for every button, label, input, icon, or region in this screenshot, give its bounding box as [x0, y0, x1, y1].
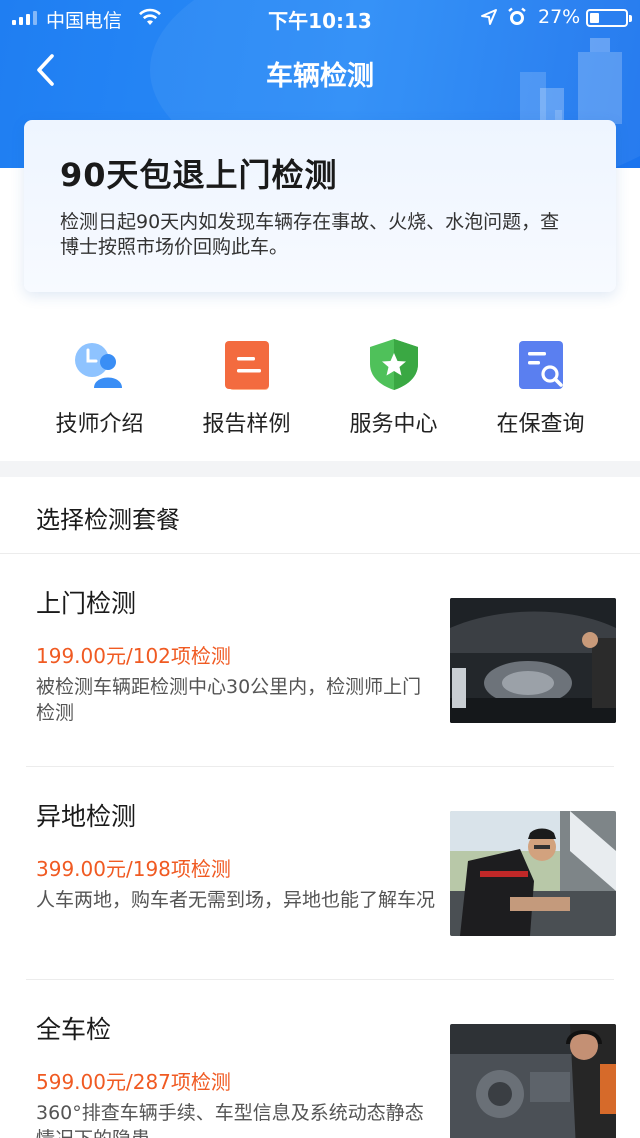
package-name: 上门检测	[36, 589, 137, 618]
status-bar: 中国电信 下午10:13 27%	[0, 0, 640, 36]
package-price: 599.00元/287项检测	[36, 1070, 231, 1094]
guarantee-card: 90天包退上门检测 检测日起90天内如发现车辆存在事故、火烧、水泡问题，查博士按…	[24, 120, 616, 292]
section-divider	[0, 461, 640, 477]
guarantee-description: 检测日起90天内如发现车辆存在事故、火烧、水泡问题，查博士按照市场价回购此车。	[60, 211, 560, 258]
package-price: 199.00元/102项检测	[36, 644, 231, 668]
quick-link-warranty-query[interactable]: 在保查询	[467, 336, 614, 437]
section-title: 选择检测套餐	[36, 506, 180, 534]
quick-link-report[interactable]: 报告样例	[173, 336, 320, 437]
package-item[interactable]: 上门检测 199.00元/102项检测 被检测车辆距检测中心30公里内，检测师上…	[0, 554, 640, 767]
package-photo	[450, 598, 616, 723]
report-icon	[224, 341, 269, 390]
alarm-icon	[508, 7, 526, 25]
shield-star-icon	[369, 339, 418, 390]
package-description: 被检测车辆距检测中心30公里内，检测师上门检测	[36, 676, 422, 724]
battery-fill	[590, 13, 599, 23]
quick-link-label: 服务中心	[349, 412, 438, 437]
battery-percent: 27%	[538, 6, 581, 28]
page-title: 车辆检测	[266, 61, 374, 92]
location-arrow-icon	[481, 9, 497, 25]
quick-link-label: 技师介绍	[55, 412, 144, 437]
quick-links: 技师介绍 报告样例 服务中心 在保查询	[0, 336, 640, 437]
building-decoration	[590, 38, 610, 52]
package-description: 人车两地，购车者无需到场，异地也能了解车况	[36, 889, 436, 911]
package-photo	[450, 1024, 616, 1138]
quick-link-label: 报告样例	[202, 412, 291, 437]
package-photo	[450, 811, 616, 936]
technician-icon	[74, 343, 122, 388]
package-name: 异地检测	[36, 802, 137, 831]
package-description: 360°排查车辆手续、车型信息及系统动态静态情况下的隐患	[36, 1102, 424, 1138]
quick-link-label: 在保查询	[496, 412, 585, 437]
guarantee-title: 90天包退上门检测	[60, 156, 338, 194]
package-name: 全车检	[36, 1015, 112, 1044]
battery-icon	[586, 9, 632, 27]
package-price: 399.00元/198项检测	[36, 857, 231, 881]
quick-link-technician[interactable]: 技师介绍	[26, 336, 173, 437]
quick-link-service-center[interactable]: 服务中心	[320, 336, 467, 437]
doc-search-icon	[518, 341, 563, 389]
package-item[interactable]: 异地检测 399.00元/198项检测 人车两地，购车者无需到场，异地也能了解车…	[0, 767, 640, 980]
package-item[interactable]: 全车检 599.00元/287项检测 360°排查车辆手续、车型信息及系统动态静…	[0, 980, 640, 1138]
